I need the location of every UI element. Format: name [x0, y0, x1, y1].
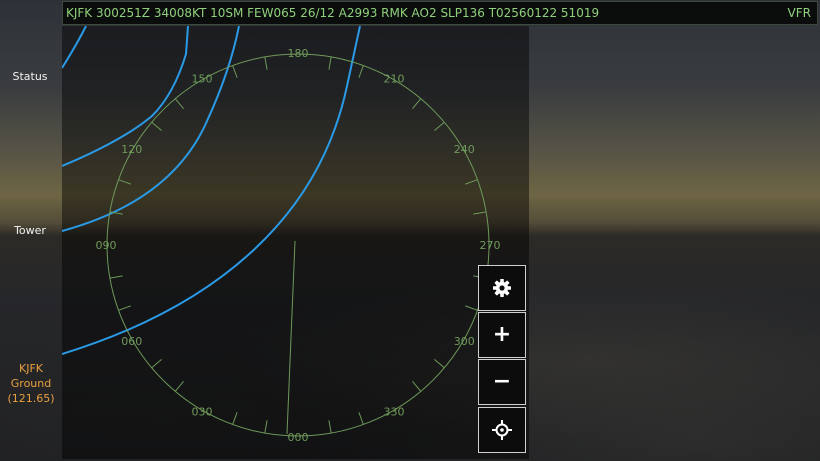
zoom-out-button[interactable]: −	[478, 359, 526, 405]
compass-tick	[264, 420, 268, 434]
compass-label: 150	[192, 73, 213, 86]
gear-icon	[493, 279, 511, 297]
zoom-in-button[interactable]: +	[478, 312, 526, 358]
compass-label: 120	[121, 143, 142, 156]
frequency-facility: Ground	[10, 377, 52, 390]
compass-label: 210	[384, 73, 405, 86]
compass-tick	[465, 305, 478, 311]
compass-tick	[328, 420, 332, 434]
compass-tick	[174, 98, 184, 109]
tower-button[interactable]: Tower	[0, 224, 60, 237]
heading-line	[286, 240, 296, 435]
compass-tick	[264, 56, 268, 70]
compass-tick	[109, 275, 123, 279]
minus-icon: −	[492, 369, 512, 394]
plus-icon: +	[492, 322, 512, 347]
compass-tick	[151, 121, 162, 131]
recenter-button[interactable]	[478, 407, 526, 453]
compass-tick	[328, 56, 332, 70]
compass-tick	[232, 412, 238, 425]
compass-labels: 000 030 060 090 120 150 180 210 240 270 300 330	[96, 47, 501, 444]
metar-bar: KJFK 300251Z 34008KT 10SM FEW065 26/12 A…	[62, 1, 818, 25]
radar-scope[interactable]: 000 030 060 090 120 150 180 210 240 270 300 330	[62, 26, 529, 459]
compass-tick	[465, 179, 478, 185]
compass-tick	[473, 211, 487, 215]
compass-tick	[434, 359, 445, 369]
compass-label: 060	[121, 335, 142, 348]
settings-button[interactable]	[478, 265, 526, 311]
compass-tick	[434, 121, 445, 131]
frequency-airport: KJFK	[19, 362, 43, 375]
crosshair-icon	[492, 420, 512, 440]
compass-ticks	[109, 56, 487, 434]
compass-label: 000	[288, 431, 309, 444]
compass-label: 300	[454, 335, 475, 348]
compass-label: 240	[454, 143, 475, 156]
compass-tick	[118, 179, 131, 185]
compass-tick	[358, 412, 364, 425]
status-button[interactable]: Status	[0, 70, 60, 83]
compass-tick	[118, 305, 131, 311]
frequency-button[interactable]: KJFK Ground (121.65)	[0, 361, 62, 406]
approach-line	[62, 26, 240, 232]
compass-label: 030	[192, 405, 213, 418]
compass-tick	[412, 98, 422, 109]
compass-label: 180	[288, 47, 309, 60]
compass-label: 270	[480, 239, 501, 252]
compass-tick	[412, 381, 422, 392]
approach-line	[62, 26, 87, 69]
compass-label: 330	[384, 405, 405, 418]
compass-tick	[174, 381, 184, 392]
compass-ring	[106, 53, 490, 437]
compass-tick	[358, 65, 364, 78]
compass-tick	[151, 359, 162, 369]
compass-label: 090	[96, 239, 117, 252]
metar-text: KJFK 300251Z 34008KT 10SM FEW065 26/12 A…	[66, 6, 600, 20]
compass-tick	[232, 65, 238, 78]
flight-rules-badge: VFR	[787, 6, 811, 20]
frequency-value: (121.65)	[7, 392, 55, 405]
radar-panel[interactable]: 000 030 060 090 120 150 180 210 240 270 300 330	[62, 26, 529, 459]
